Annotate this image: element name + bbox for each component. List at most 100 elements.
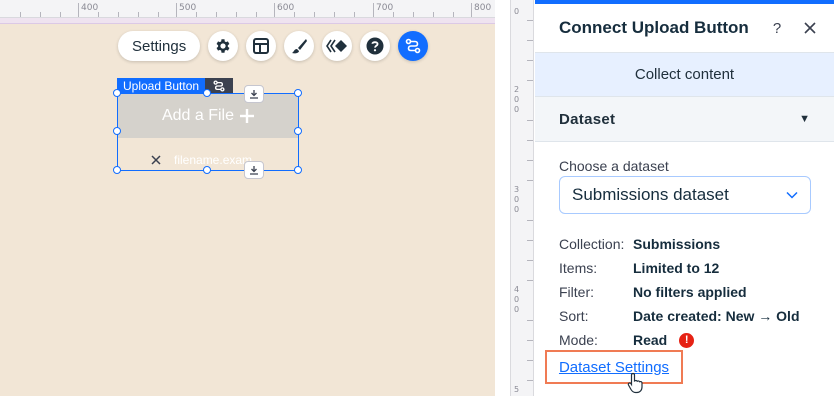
ruler-number: 0: [514, 7, 520, 16]
stretch-handle-top[interactable]: [244, 85, 264, 103]
choose-dataset-label: Choose a dataset: [559, 158, 669, 174]
animation-icon: [326, 39, 348, 53]
design-brush-icon: [292, 39, 308, 54]
connect-data-button[interactable]: [398, 31, 429, 61]
element-tag[interactable]: Upload Button: [117, 78, 234, 94]
ruler-number: 500: [179, 3, 197, 13]
ruler-tick: [527, 320, 533, 321]
stretch-handle-bottom[interactable]: [244, 161, 264, 179]
close-icon[interactable]: [802, 20, 818, 36]
info-key: Collection:: [559, 236, 625, 252]
ruler-tick: [393, 12, 394, 17]
ruler-tick: [314, 12, 315, 17]
ruler-tick: [118, 12, 119, 17]
ruler-tick: [373, 3, 374, 17]
ruler-tick: [527, 260, 533, 261]
dataset-select-value: Submissions dataset: [572, 185, 729, 204]
dataset-settings-highlight: Dataset Settings: [545, 350, 683, 384]
header-guide-band: [0, 18, 495, 24]
resize-handle-top-right[interactable]: [294, 89, 302, 97]
ruler-tick: [527, 160, 533, 161]
ruler-tick: [40, 12, 41, 17]
layout-button[interactable]: [246, 31, 277, 61]
info-row-filter: Filter: No filters applied: [559, 280, 800, 304]
ruler-tick: [527, 220, 533, 221]
vertical-ruler: 0 2 0 0 3 0 0 4 0 0 5: [510, 0, 534, 396]
ruler-tick: [471, 3, 472, 17]
ruler-tick: [453, 12, 454, 17]
ruler-number: 3: [514, 185, 520, 194]
ruler-tick: [78, 3, 79, 17]
ruler-number: 0: [514, 105, 520, 114]
info-value: No filters applied: [633, 284, 747, 300]
info-value: Limited to 12: [633, 260, 720, 276]
question-icon[interactable]: ?: [769, 20, 785, 37]
ruler-tick: [527, 120, 533, 121]
ruler-tick: [256, 12, 257, 17]
ruler-tick: [433, 12, 434, 17]
settings-button[interactable]: Settings: [118, 31, 201, 61]
dataset-select[interactable]: Submissions dataset: [559, 176, 811, 214]
ruler-number: 600: [277, 3, 295, 13]
element-toolbar: Settings: [118, 31, 429, 61]
info-key: Mode:: [559, 332, 598, 348]
connect-data-icon: [405, 38, 421, 54]
ruler-number: 700: [376, 3, 394, 13]
ruler-tick: [527, 280, 533, 281]
hand-cursor-icon: [627, 372, 643, 394]
panel-title: Connect Upload Button: [559, 18, 749, 37]
ruler-number: 0: [514, 205, 520, 214]
ruler-tick: [527, 80, 533, 81]
panel-header: Connect Upload Button: [535, 4, 834, 52]
ruler-tick: [413, 12, 414, 17]
ruler-tick: [527, 340, 533, 341]
info-value: Date created: New → Old: [633, 308, 800, 324]
ruler-tick: [20, 12, 21, 17]
help-button[interactable]: [360, 31, 391, 61]
ruler-number: 400: [81, 3, 99, 13]
info-row-mode: Mode: Read !: [559, 328, 800, 352]
ruler-tick: [236, 12, 237, 17]
gear-icon: [216, 39, 230, 53]
animation-button[interactable]: [322, 31, 353, 61]
ruler-tick: [527, 60, 533, 61]
design-button[interactable]: [284, 31, 315, 61]
collect-content-label: Collect content: [634, 66, 735, 83]
dataset-section-header[interactable]: Dataset ▼: [535, 96, 834, 142]
settings-gear-button[interactable]: [208, 31, 239, 61]
resize-handle-right[interactable]: [294, 127, 302, 135]
selection-frame: [117, 93, 299, 171]
horizontal-ruler: 400 500 600 700 800: [0, 0, 495, 18]
ruler-number: 4: [514, 285, 520, 294]
caret-down-icon: ▼: [799, 113, 810, 125]
ruler-tick: [196, 12, 197, 17]
resize-handle-left[interactable]: [113, 127, 121, 135]
ruler-tick: [527, 180, 533, 181]
ruler-number: 2: [514, 85, 520, 94]
ruler-tick: [527, 40, 533, 41]
warning-icon[interactable]: !: [679, 332, 695, 348]
ruler-tick: [527, 20, 533, 21]
ruler-tick: [274, 3, 275, 17]
info-value: Read: [633, 332, 668, 348]
ruler-tick: [294, 12, 295, 17]
resize-handle-bottom-right[interactable]: [294, 166, 302, 174]
ruler-tick: [527, 140, 533, 141]
info-key: Sort:: [559, 308, 589, 324]
dataset-section-title: Dataset: [559, 110, 616, 128]
resize-handle-bottom[interactable]: [203, 166, 211, 174]
ruler-number: 800: [474, 3, 492, 13]
resize-handle-top-left[interactable]: [113, 89, 121, 97]
editor-canvas[interactable]: 400 500 600 700 800 Settings Upload Butt…: [0, 0, 495, 396]
connect-data-icon: [213, 80, 225, 92]
resize-handle-bottom-left[interactable]: [113, 166, 121, 174]
ruler-number: 5: [514, 385, 520, 394]
resize-handle-top[interactable]: [203, 89, 211, 97]
dataset-info: Collection: Submissions Items: Limited t…: [559, 232, 800, 352]
connect-panel: Connect Upload Button ? Collect content …: [535, 0, 834, 396]
info-row-sort: Sort: Date created: New → Old: [559, 304, 800, 328]
dataset-settings-link[interactable]: Dataset Settings: [559, 359, 669, 376]
info-key: Filter:: [559, 284, 594, 300]
ruler-number: 0: [514, 305, 520, 314]
ruler-tick: [60, 12, 61, 17]
